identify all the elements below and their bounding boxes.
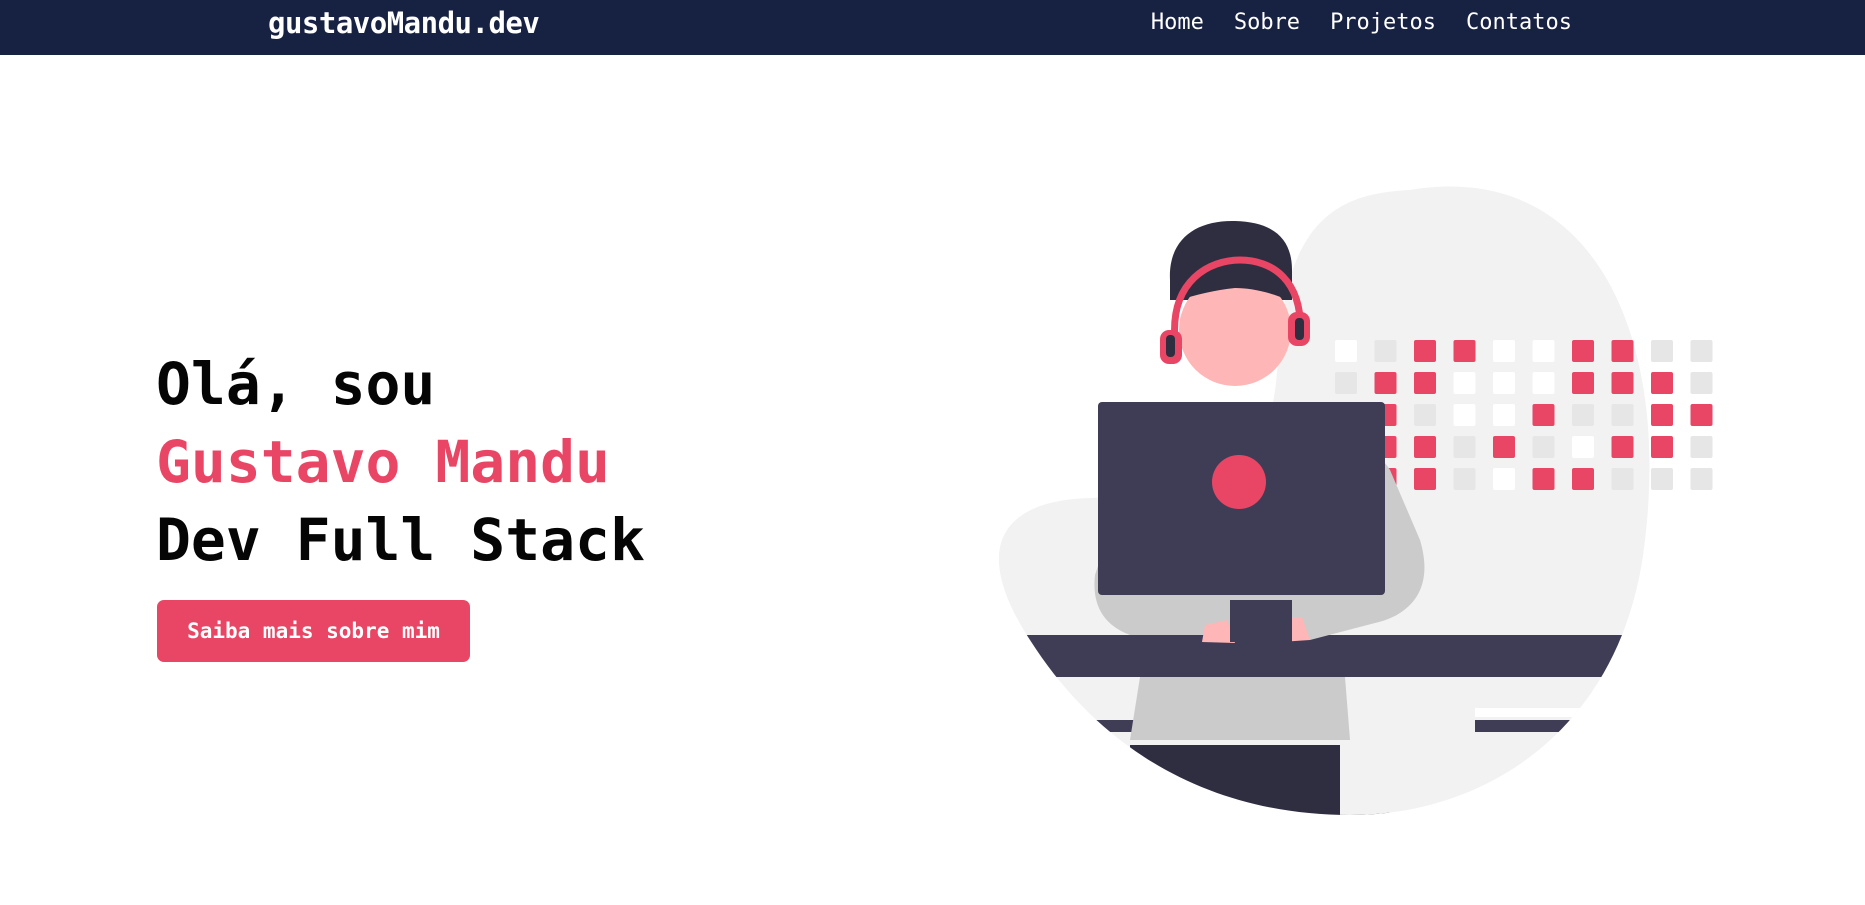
nav-link-contatos[interactable]: Contatos [1466, 0, 1572, 46]
torso-lower [1130, 677, 1350, 740]
pixel-cell [1651, 372, 1673, 394]
monitor-logo [1212, 455, 1266, 509]
pixel-cell [1414, 404, 1436, 426]
pixel-cell [1453, 340, 1476, 362]
pixel-cell [1453, 468, 1476, 490]
pixel-cell [1414, 340, 1436, 362]
hero-name: Gustavo Mandu [156, 428, 610, 496]
pixel-cell [1572, 340, 1594, 362]
pixel-cell [1690, 372, 1713, 394]
pixel-cell [1651, 404, 1673, 426]
pixel-cell [1611, 468, 1634, 490]
brand-logo[interactable]: gustavoMandu.dev [268, 4, 540, 42]
pixel-cell [1651, 436, 1673, 458]
top-navbar: gustavoMandu.dev Home Sobre Projetos Con… [0, 0, 1865, 55]
pixel-cell [1453, 404, 1476, 426]
pixel-cell [1453, 372, 1476, 394]
pixel-cell [1374, 340, 1397, 362]
pixel-cell [1532, 372, 1555, 394]
pixel-cell [1493, 404, 1515, 426]
pixel-cell [1651, 340, 1673, 362]
pixel-cell [1690, 340, 1713, 362]
learn-more-button[interactable]: Saiba mais sobre mim [157, 600, 470, 662]
pixel-cell [1690, 404, 1713, 426]
pixel-cell [1374, 372, 1397, 394]
pixel-cell [1572, 468, 1594, 490]
pixel-cell [1611, 436, 1634, 458]
pixel-cell [1651, 468, 1673, 490]
pixel-cell [1414, 372, 1436, 394]
pixel-cell [1493, 468, 1515, 490]
monitor-stand [1230, 600, 1292, 642]
pixel-cell [1532, 436, 1555, 458]
pixel-cell [1414, 468, 1436, 490]
main-nav: Home Sobre Projetos Contatos [1151, 0, 1572, 46]
pixel-cell [1453, 436, 1476, 458]
pixel-cell [1611, 372, 1634, 394]
pixel-cell [1493, 436, 1515, 458]
pixel-cell [1335, 372, 1357, 394]
desk-surface [998, 635, 1650, 677]
pixel-cell [1493, 340, 1515, 362]
pixel-cell [1611, 340, 1634, 362]
pixel-cell [1572, 404, 1594, 426]
pixel-cell [1572, 436, 1594, 458]
nav-link-projetos[interactable]: Projetos [1330, 0, 1436, 46]
pixel-cell [1414, 436, 1436, 458]
nav-link-home[interactable]: Home [1151, 0, 1204, 46]
hero-role: Dev Full Stack [156, 506, 645, 574]
nav-link-sobre[interactable]: Sobre [1234, 0, 1300, 46]
pixel-cell [1493, 372, 1515, 394]
chair-back [1340, 677, 1475, 816]
hero-greeting: Olá, sou [156, 350, 436, 418]
pixel-cell [1690, 468, 1713, 490]
developer-with-headphones-illustration [998, 186, 1713, 816]
pixel-cell [1532, 468, 1555, 490]
pixel-cell [1532, 404, 1555, 426]
pixel-cell [1335, 340, 1357, 362]
clipped-scene [998, 635, 1650, 816]
pixel-cell [1572, 372, 1594, 394]
headphone-right-inner [1295, 318, 1304, 340]
pixel-cell [1532, 340, 1555, 362]
pixel-cell [1690, 436, 1713, 458]
hero-heading: Olá, sou Gustavo Mandu Dev Full Stack [156, 345, 645, 579]
pixel-cell [1611, 404, 1634, 426]
headphone-left-inner [1166, 335, 1175, 357]
